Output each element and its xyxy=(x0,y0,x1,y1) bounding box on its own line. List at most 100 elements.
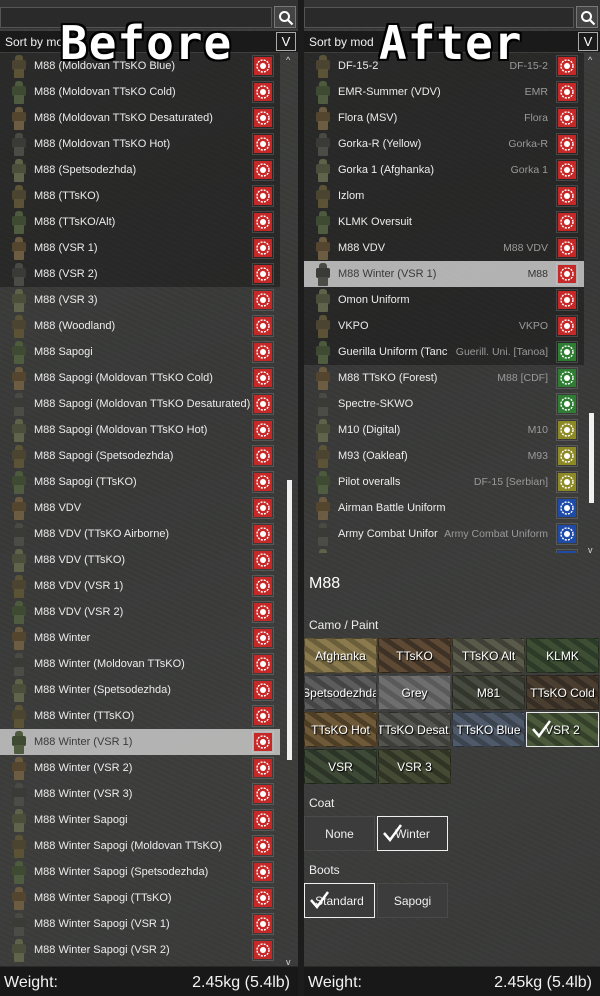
list-item[interactable]: M88 (Moldovan TTsKO Desaturated) xyxy=(0,105,280,131)
scroll-down-icon[interactable]: v xyxy=(588,545,593,555)
list-item-name: M93 (Oakleaf) xyxy=(338,450,408,462)
faction-badge xyxy=(556,393,578,415)
list-item[interactable]: M88 (VSR 1) xyxy=(0,235,280,261)
list-item[interactable]: M88 Sapogi (Spetsodezhda) xyxy=(0,443,280,469)
list-item[interactable]: M88 VDV (TTsKO) xyxy=(0,547,280,573)
list-item[interactable]: Spectre-SKWO xyxy=(304,391,584,417)
sort-dropdown[interactable]: Sort by mo V xyxy=(0,31,298,52)
scrollbar-thumb[interactable] xyxy=(287,480,292,760)
coat-option[interactable]: None xyxy=(304,816,375,851)
search-button[interactable] xyxy=(576,6,598,28)
list-scrollbar[interactable]: ^ v xyxy=(587,55,597,555)
search-button[interactable] xyxy=(274,6,296,28)
list-item[interactable]: M88 VDV (VSR 2) xyxy=(0,599,280,625)
list-item[interactable]: M88 Winter Sapogi xyxy=(0,807,280,833)
list-scrollbar[interactable]: ^ v xyxy=(285,55,295,967)
scrollbar-thumb[interactable] xyxy=(589,413,594,503)
list-item[interactable]: M88 Winter Sapogi (Spetsodezhda) xyxy=(0,859,280,885)
camo-option[interactable]: TTsKO Blue xyxy=(452,712,525,747)
boots-option[interactable]: Standard xyxy=(304,883,375,918)
list-item[interactable]: Gorka 1 (Afghanka) Gorka 1 xyxy=(304,157,584,183)
camo-option[interactable]: TTsKO Desat. xyxy=(378,712,451,747)
list-item[interactable]: Airman Battle Uniform xyxy=(304,495,584,521)
list-item[interactable]: M88 Winter (TTsKO) xyxy=(0,703,280,729)
list-item[interactable]: M88 Sapogi (Moldovan TTsKO Desaturated) xyxy=(0,391,280,417)
list-item[interactable]: Army Combat Unifor Army Combat Uniform xyxy=(304,521,584,547)
faction-badge xyxy=(252,887,274,909)
list-item[interactable]: Omon Uniform xyxy=(304,287,584,313)
list-item[interactable]: KLMK Oversuit xyxy=(304,209,584,235)
list-item[interactable]: M88 VDV (TTsKO Airborne) xyxy=(0,521,280,547)
camo-option[interactable]: TTsKO Cold xyxy=(526,675,599,710)
list-item[interactable]: EMR-Summer (VDV) EMR xyxy=(304,79,584,105)
list-item[interactable]: M88 (TTsKO/Alt) xyxy=(0,209,280,235)
camo-option[interactable]: TTsKO xyxy=(378,638,451,673)
list-item[interactable]: M88 Winter Sapogi (Moldovan TTsKO) xyxy=(0,833,280,859)
list-item-name: Gorka 1 (Afghanka) xyxy=(338,164,434,176)
list-item[interactable]: M88 (Spetsodezhda) xyxy=(0,157,280,183)
list-item[interactable]: M88 Winter (VSR 1) xyxy=(0,729,280,755)
camo-option[interactable]: TTsKO Alt xyxy=(452,638,525,673)
coat-option[interactable]: Winter xyxy=(377,816,448,851)
sort-chevron-button[interactable]: V xyxy=(276,32,296,51)
list-item-tag: Flora xyxy=(524,112,548,124)
list-item[interactable]: M88 Winter Sapogi (VSR 2) xyxy=(0,937,280,963)
list-item[interactable]: M88 VDV (VSR 1) xyxy=(0,573,280,599)
list-item[interactable]: M88 (Woodland) xyxy=(0,313,280,339)
camo-option[interactable]: VSR 2 xyxy=(526,712,599,747)
list-item[interactable]: DF-15-2 DF-15-2 xyxy=(304,53,584,79)
camo-option[interactable]: Spetsodezhda xyxy=(304,675,377,710)
uniform-thumbnail xyxy=(9,418,29,442)
camo-option[interactable]: M81 xyxy=(452,675,525,710)
list-item[interactable]: Guerilla Uniform (Tanc Guerill. Uni. [Tan… xyxy=(304,339,584,365)
sort-chevron-button[interactable]: V xyxy=(578,32,598,51)
list-item[interactable]: M88 Winter Sapogi (TTsKO) xyxy=(0,885,280,911)
scroll-up-icon[interactable]: ^ xyxy=(588,55,592,65)
sort-dropdown[interactable]: Sort by mod V xyxy=(304,31,600,52)
camo-option[interactable]: VSR 3 xyxy=(378,749,451,784)
list-item[interactable]: Pilot overalls DF-15 [Serbian] xyxy=(304,469,584,495)
list-item[interactable]: M88 TTsKO (Forest) M88 [CDF] xyxy=(304,365,584,391)
list-item[interactable]: M88 Sapogi (Moldovan TTsKO Hot) xyxy=(0,417,280,443)
camo-option[interactable]: KLMK xyxy=(526,638,599,673)
list-item[interactable]: M88 Winter xyxy=(0,625,280,651)
list-item[interactable]: Battle Dress Uniform (TTsKO) xyxy=(304,547,584,553)
faction-badge xyxy=(252,185,274,207)
list-item[interactable]: M88 Winter Sapogi (VSR 1) xyxy=(0,911,280,937)
list-item[interactable]: M88 (Moldovan TTsKO Blue) xyxy=(0,53,280,79)
camo-option[interactable]: Grey xyxy=(378,675,451,710)
list-item[interactable]: M88 Winter (VSR 2) xyxy=(0,755,280,781)
list-item[interactable]: M88 (Moldovan TTsKO Cold) xyxy=(0,79,280,105)
list-item[interactable]: M10 (Digital) M10 xyxy=(304,417,584,443)
list-item[interactable]: M88 VDV xyxy=(0,495,280,521)
list-item[interactable]: M88 Winter (Moldovan TTsKO) xyxy=(0,651,280,677)
list-item[interactable]: M88 Sapogi xyxy=(0,339,280,365)
list-item-name: M88 Winter (VSR 2) xyxy=(34,762,133,774)
camo-option[interactable]: TTsKO Hot xyxy=(304,712,377,747)
search-input[interactable] xyxy=(0,7,272,28)
camo-option[interactable]: Afghanka xyxy=(304,638,377,673)
search-input[interactable] xyxy=(304,7,574,28)
scroll-up-icon[interactable]: ^ xyxy=(286,55,290,65)
list-item[interactable]: M88 Winter (VSR 3) xyxy=(0,781,280,807)
list-item[interactable]: Gorka-R (Yellow) Gorka-R xyxy=(304,131,584,157)
list-item-name: M88 TTsKO (Forest) xyxy=(338,372,438,384)
list-item[interactable]: Izlom xyxy=(304,183,584,209)
list-item[interactable]: M88 (Moldovan TTsKO Hot) xyxy=(0,131,280,157)
list-item[interactable]: M88 (VSR 3) xyxy=(0,287,280,313)
list-item[interactable]: M88 Sapogi (TTsKO) xyxy=(0,469,280,495)
list-item-name: M88 VDV xyxy=(34,502,82,514)
faction-badge xyxy=(556,185,578,207)
list-item[interactable]: M88 (VSR 2) xyxy=(0,261,280,287)
list-item[interactable]: M93 (Oakleaf) M93 xyxy=(304,443,584,469)
camo-option[interactable]: VSR xyxy=(304,749,377,784)
list-item[interactable]: Flora (MSV) Flora xyxy=(304,105,584,131)
list-item[interactable]: M88 Sapogi (Moldovan TTsKO Cold) xyxy=(0,365,280,391)
boots-option[interactable]: Sapogi xyxy=(377,883,448,918)
list-item[interactable]: M88 Winter (VSR 1) M88 xyxy=(304,261,584,287)
list-item[interactable]: M88 VDV M88 VDV xyxy=(304,235,584,261)
list-item[interactable]: VKPO VKPO xyxy=(304,313,584,339)
list-item[interactable]: M88 (TTsKO) xyxy=(0,183,280,209)
list-item[interactable]: M88 Winter (Spetsodezhda) xyxy=(0,677,280,703)
faction-badge xyxy=(252,263,274,285)
